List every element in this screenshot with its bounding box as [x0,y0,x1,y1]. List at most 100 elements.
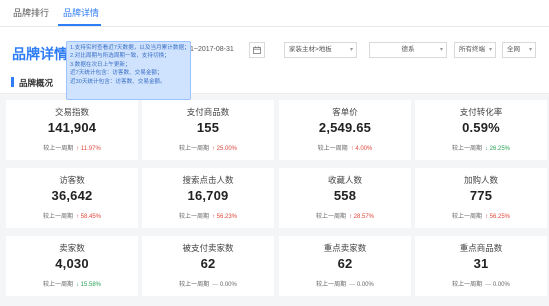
compare-label: 较上一周期 [178,146,209,152]
metric-value: 31 [473,256,489,271]
metric-card: 交易指数 141,904 较上一周期 ↑ 11.97% [6,100,138,160]
compare-label: 较上一周期 [317,146,348,152]
metric-comparison: 较上一周期 ↑ 56.23% [142,211,274,220]
metric-card: 重点商品数 31 较上一周期 — 0.00% [415,236,547,296]
metric-comparison: 较上一周期 ↓ 15.58% [6,279,138,288]
metric-value: 2,549.65 [318,120,372,135]
dash-icon: — [349,282,357,288]
compare-label: 较上一周期 [179,282,210,288]
metric-card: 支付商品数 155 较上一周期 ↑ 25.00% [142,100,274,160]
dash-icon: — [485,282,493,288]
metric-card: 加购人数 775 较上一周期 ↑ 56.25% [415,168,547,228]
metric-value: 155 [196,120,220,135]
metric-value: 775 [469,188,493,203]
tooltip-line: 2.对比周期与所选周期一致，支持切换； [70,53,170,60]
category-select[interactable]: 家装主材>地板 ▾ [284,42,357,58]
compare-label: 较上一周期 [315,214,346,220]
metric-comparison: 较上一周期 ↓ 26.25% [415,143,547,152]
metric-label: 支付转化率 [459,107,503,117]
metric-label: 加购人数 [463,175,498,185]
change-percent: 26.25% [489,146,511,152]
chevron-down-icon: ▾ [528,47,532,53]
change-percent: 15.58% [80,282,102,288]
compare-label: 较上一周期 [42,282,73,288]
metric-card: 被支付卖家数 62 较上一周期 — 0.00% [142,236,274,296]
change-percent: 0.00% [219,282,237,288]
metric-label: 搜索点击人数 [182,175,234,185]
change-percent: 56.23% [216,214,238,220]
compare-label: 较上一周期 [452,282,483,288]
metric-comparison: 较上一周期 ↑ 25.00% [142,143,274,152]
change-percent: 25.00% [216,146,238,152]
compare-label: 较上一周期 [451,146,482,152]
compare-label: 较上一周期 [316,282,347,288]
chevron-down-icon: ▾ [488,47,492,53]
metric-label: 卖家数 [59,243,85,253]
scope-select[interactable]: 全网 ▾ [502,42,536,58]
metric-comparison: 较上一周期 — 0.00% [142,279,274,288]
metric-label: 支付商品数 [186,107,230,117]
brand-select-value: 德系 [401,46,415,53]
section-accent-bar [11,77,14,87]
metric-value: 36,642 [51,188,93,203]
compare-label: 较上一周期 [451,214,482,220]
scope-select-value: 全网 [507,46,520,53]
compare-label: 较上一周期 [43,146,74,152]
metric-value: 141,904 [47,120,97,135]
tooltip-line: 3.数据在次日上午更新； [70,61,131,68]
section-title: 品牌概况 [19,78,54,88]
metric-value: 558 [333,188,357,203]
change-percent: 0.00% [356,282,374,288]
metric-comparison: 较上一周期 ↑ 28.57% [279,211,411,220]
metric-comparison: 较上一周期 ↑ 58.45% [6,211,138,220]
metric-comparison: 较上一周期 — 0.00% [279,279,411,288]
tab-brand-details[interactable]: 品牌详情 [63,6,99,19]
chevron-down-icon: ▾ [349,47,353,53]
metric-card: 客单价 2,549.65 较上一周期 ↑ 4.00% [279,100,411,160]
metric-label: 交易指数 [54,107,89,117]
category-select-value: 家装主材>地板 [289,46,332,53]
tooltip-line: 近30天统计包含：访客数、交易金额。 [70,78,166,85]
compare-label: 较上一周期 [42,214,73,220]
terminal-select[interactable]: 所有终端 ▾ [454,42,496,58]
date-range-text[interactable]: 1~2017-08-31 [190,41,246,59]
change-percent: 58.45% [80,214,102,220]
metric-card: 卖家数 4,030 较上一周期 ↓ 15.58% [6,236,138,296]
calendar-icon [253,46,261,54]
metric-label: 被支付卖家数 [182,243,234,253]
page-title: 品牌详情 [12,46,68,62]
metric-label: 重点商品数 [459,243,503,253]
metric-comparison: 较上一周期 ↑ 11.97% [6,143,138,152]
metric-comparison: 较上一周期 ↑ 4.00% [279,143,411,152]
terminal-select-value: 所有终端 [459,46,485,53]
change-percent: 28.57% [353,214,375,220]
metric-label: 访客数 [59,175,85,185]
metric-label: 收藏人数 [327,175,362,185]
metric-card: 访客数 36,642 较上一周期 ↑ 58.45% [6,168,138,228]
metric-value: 0.59% [462,120,500,135]
metric-label: 客单价 [332,107,358,117]
dash-icon: — [212,282,220,288]
info-tooltip: 1.支持实时查看近7天数据，以及当月累计数据； 2.对比周期与所选周期一致，支持… [66,41,191,100]
tab-brand-ranking[interactable]: 品牌排行 [13,6,49,19]
metric-card: 收藏人数 558 较上一周期 ↑ 28.57% [279,168,411,228]
change-percent: 56.25% [489,214,511,220]
metric-card: 支付转化率 0.59% 较上一周期 ↓ 26.25% [415,100,547,160]
metric-label: 重点卖家数 [323,243,367,253]
active-tab-indicator [58,24,101,26]
calendar-button[interactable] [249,42,265,58]
metric-comparison: 较上一周期 ↑ 56.25% [415,211,547,220]
change-percent: 4.00% [355,146,373,152]
brand-select[interactable]: 德系 ▾ [369,42,447,58]
metric-value: 62 [337,256,353,271]
change-percent: 0.00% [492,282,510,288]
change-percent: 11.97% [80,146,101,152]
metric-value: 4,030 [55,256,89,271]
metric-value: 16,709 [187,188,229,203]
compare-label: 较上一周期 [178,214,209,220]
metric-value: 62 [200,256,216,271]
tooltip-line: 1.支持实时查看近7天数据，以及当月累计数据； [70,45,187,51]
metric-comparison: 较上一周期 — 0.00% [415,279,547,288]
tooltip-line: 近7天统计包含：访客数、交易金额； [70,70,163,77]
metric-card: 搜索点击人数 16,709 较上一周期 ↑ 56.23% [142,168,274,228]
